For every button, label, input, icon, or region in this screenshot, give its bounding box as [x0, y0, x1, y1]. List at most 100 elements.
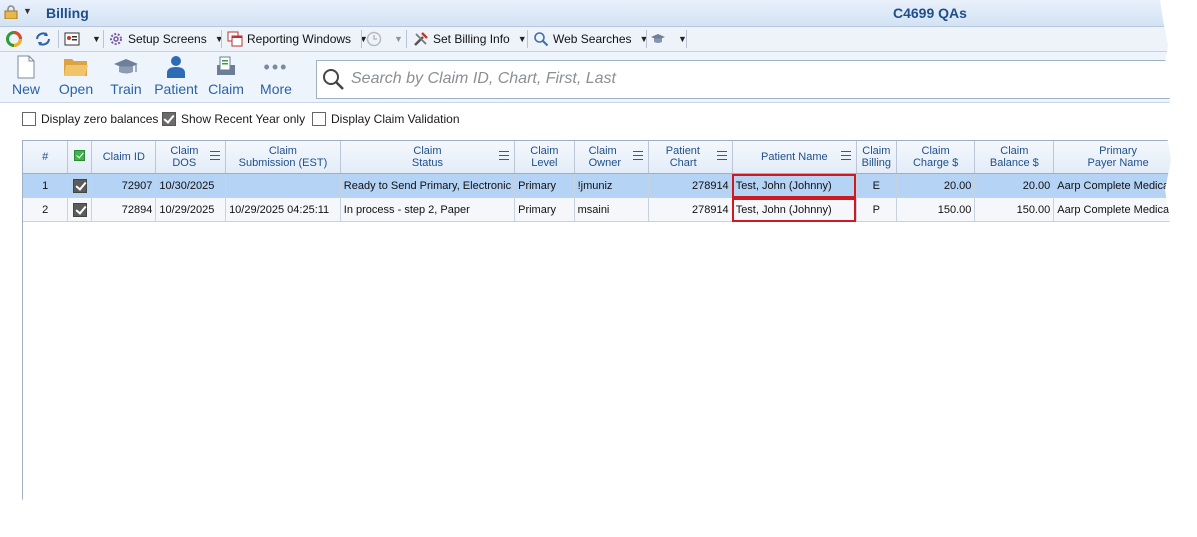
- col-header-submission[interactable]: Claim Submission (EST): [225, 141, 341, 174]
- open-label: Open: [58, 81, 94, 97]
- patient-button[interactable]: Patient: [154, 54, 198, 100]
- reporting-windows-button[interactable]: Reporting Windows ▼: [227, 29, 368, 49]
- history-button[interactable]: ▼: [366, 29, 403, 49]
- table-row[interactable]: 1 72907 10/30/2025 Ready to Send Primary…: [23, 173, 1171, 198]
- column-menu-icon[interactable]: [840, 151, 851, 160]
- claim-status-cell: Ready to Send Primary, Electronic: [340, 173, 516, 198]
- patient-name-header-label: Patient Name: [760, 151, 828, 163]
- new-button[interactable]: New: [4, 54, 48, 100]
- col-header-claim-owner[interactable]: Claim Owner: [574, 141, 649, 174]
- context-title: C4699 QAs: [893, 5, 967, 21]
- show-recent-year-option[interactable]: Show Recent Year only: [162, 112, 305, 126]
- lock-icon[interactable]: [4, 5, 18, 19]
- col-header-claim-status[interactable]: Claim Status: [340, 141, 516, 174]
- status-header-line2: Status: [411, 157, 444, 169]
- col-header-claim-billing[interactable]: Claim Billing: [856, 141, 897, 174]
- col-header-number[interactable]: #: [23, 141, 69, 174]
- owner-header-line1: Claim: [588, 145, 617, 157]
- chevron-down-icon[interactable]: ▼: [394, 34, 403, 44]
- row-checkbox[interactable]: [72, 178, 87, 193]
- lock-dropdown-icon[interactable]: ▼: [23, 6, 32, 16]
- more-label: More: [260, 81, 292, 97]
- set-billing-info-label: Set Billing Info: [433, 32, 510, 46]
- display-zero-balances-checkbox[interactable]: [22, 112, 36, 126]
- row-checkbox-cell[interactable]: [67, 173, 93, 198]
- row-number-cell: 2: [23, 197, 69, 222]
- balance-header-line1: Claim: [1000, 145, 1029, 157]
- table-row[interactable]: 2 72894 10/29/2025 10/29/2025 04:25:11 I…: [23, 197, 1171, 222]
- primary-payer-cell: Aarp Complete Medicare: [1053, 197, 1171, 222]
- new-label: New: [11, 81, 40, 97]
- column-menu-icon[interactable]: [210, 151, 221, 160]
- col-header-claim-level[interactable]: Claim Level: [514, 141, 575, 174]
- column-menu-icon[interactable]: [632, 151, 643, 160]
- column-menu-icon[interactable]: [499, 151, 510, 160]
- primary-payer-cell: Aarp Complete Medicare: [1053, 173, 1171, 198]
- person-icon: [167, 56, 185, 78]
- payer-header-line2: Payer Name: [1087, 157, 1149, 169]
- claim-level-cell: Primary: [514, 197, 575, 222]
- select-all-checkbox[interactable]: [74, 150, 86, 161]
- chevron-down-icon[interactable]: ▼: [215, 34, 224, 44]
- setup-screens-button[interactable]: Setup Screens ▼: [108, 29, 224, 49]
- search-icon: [323, 69, 344, 90]
- search-icon: [534, 32, 549, 47]
- col-header-primary-payer[interactable]: Primary Payer Name: [1053, 141, 1171, 174]
- web-searches-label: Web Searches: [553, 32, 632, 46]
- training-menu-button[interactable]: ▼: [650, 29, 687, 49]
- claim-charge-cell: 150.00: [896, 197, 976, 222]
- web-searches-button[interactable]: Web Searches ▼: [533, 29, 648, 49]
- show-recent-year-checkbox[interactable]: [162, 112, 176, 126]
- number-header-label: #: [42, 151, 49, 163]
- col-header-select-all[interactable]: [67, 141, 93, 174]
- patient-name-cell[interactable]: Test, John (Johnny): [732, 173, 857, 198]
- claim-billing-cell: E: [856, 173, 897, 198]
- new-document-icon: [17, 55, 35, 79]
- col-header-claim-id[interactable]: Claim ID: [91, 141, 157, 174]
- set-billing-info-button[interactable]: Set Billing Info ▼: [413, 29, 527, 49]
- display-claim-validation-option[interactable]: Display Claim Validation: [312, 112, 460, 126]
- refresh-circle-icon[interactable]: [6, 31, 22, 47]
- payer-header-line1: Primary: [1099, 145, 1138, 157]
- display-zero-balances-option[interactable]: Display zero balances: [22, 112, 158, 126]
- claim-level-cell: Primary: [514, 173, 575, 198]
- claims-table: # Claim ID Claim DOS Claim Submission (E…: [23, 141, 1171, 222]
- claim-button[interactable]: Claim: [204, 54, 248, 100]
- contact-card-button[interactable]: ▼: [64, 29, 101, 49]
- train-button[interactable]: Train: [104, 54, 148, 100]
- row-checkbox[interactable]: [72, 202, 87, 217]
- patient-name-cell[interactable]: Test, John (Johnny): [732, 197, 857, 222]
- toolbar: ▼ Setup Screens ▼ Reporting Windows ▼ ▼: [0, 27, 1171, 52]
- search-input[interactable]: [349, 65, 1153, 93]
- chart-header-line2: Chart: [669, 157, 697, 169]
- chevron-down-icon[interactable]: ▼: [640, 34, 649, 44]
- header-row: # Claim ID Claim DOS Claim Submission (E…: [23, 141, 1171, 174]
- col-header-patient-name[interactable]: Patient Name: [732, 141, 857, 174]
- col-header-patient-chart[interactable]: Patient Chart: [648, 141, 733, 174]
- level-header-line2: Level: [531, 157, 558, 169]
- claim-icon: [217, 56, 235, 75]
- search-box[interactable]: [316, 60, 1171, 99]
- chevron-down-icon[interactable]: ▼: [518, 34, 527, 44]
- display-claim-validation-checkbox[interactable]: [312, 112, 326, 126]
- claim-dos-header-line1: Claim: [170, 145, 199, 157]
- graduation-cap-icon: [651, 34, 665, 43]
- claim-balance-cell: 20.00: [974, 173, 1055, 198]
- more-button[interactable]: ••• More: [254, 54, 298, 100]
- sync-icon[interactable]: [34, 31, 52, 47]
- column-menu-icon[interactable]: [716, 151, 727, 160]
- col-header-claim-dos[interactable]: Claim DOS: [155, 141, 227, 174]
- claim-id-header-label: Claim ID: [102, 151, 145, 163]
- claim-dos-cell: 10/29/2025: [155, 197, 227, 222]
- open-button[interactable]: Open: [54, 54, 98, 100]
- patient-label: Patient: [154, 81, 198, 97]
- claim-balance-cell: 150.00: [974, 197, 1055, 222]
- display-claim-validation-label: Display Claim Validation: [331, 112, 460, 126]
- chevron-down-icon[interactable]: ▼: [92, 34, 101, 44]
- claim-dos-header-line2: DOS: [172, 157, 197, 169]
- toolbar-separator: [686, 30, 687, 48]
- col-header-claim-balance[interactable]: Claim Balance $: [974, 141, 1055, 174]
- contact-card-icon: [64, 32, 80, 46]
- col-header-claim-charge[interactable]: Claim Charge $: [896, 141, 976, 174]
- row-checkbox-cell[interactable]: [67, 197, 93, 222]
